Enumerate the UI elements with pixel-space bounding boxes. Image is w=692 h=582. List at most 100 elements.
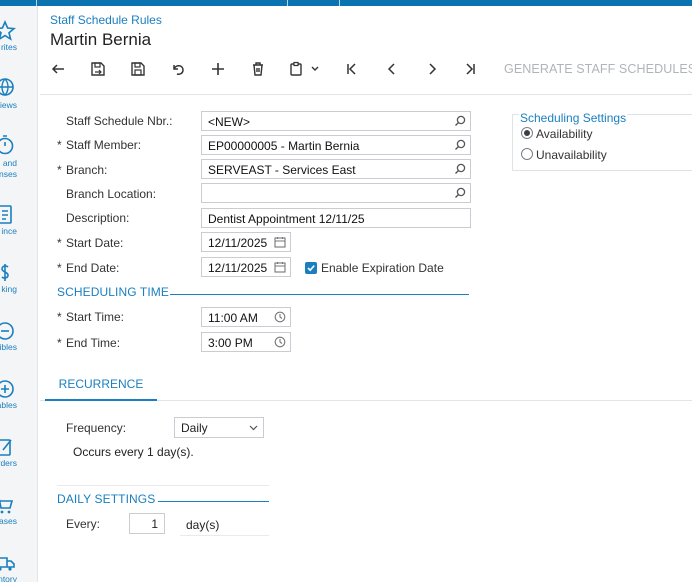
clock-icon[interactable] (274, 336, 286, 348)
end-date-label: * End Date: (57, 261, 120, 275)
start-time-label: * Start Time: (57, 310, 124, 324)
staff-member-field[interactable]: EP00000005 - Martin Bernia (201, 135, 471, 155)
nav-item-favorites[interactable]: rites (0, 20, 37, 70)
nav-item-views[interactable]: Views (0, 76, 37, 126)
end-time-field[interactable]: 3:00 PM (201, 332, 291, 352)
toolbar-divider (40, 94, 692, 95)
add-button[interactable] (204, 56, 232, 82)
branch-value: SERVEAST - Services East (208, 163, 356, 177)
chevron-down-icon (311, 66, 319, 71)
divider (180, 535, 269, 536)
previous-record-button[interactable] (378, 56, 406, 82)
top-bar-divider (287, 0, 288, 6)
occurs-summary: Occurs every 1 day(s). (73, 445, 194, 459)
next-record-button[interactable] (418, 56, 446, 82)
nav-item-banking[interactable]: king (0, 262, 37, 312)
delete-icon (253, 62, 263, 76)
chevron-down-icon (249, 425, 258, 431)
nav-label: ince (1, 226, 17, 236)
top-bar (0, 0, 692, 6)
screen-title[interactable]: Staff Schedule Rules (50, 13, 162, 27)
scheduling-time-heading: SCHEDULING TIME (57, 285, 169, 299)
back-button[interactable] (44, 56, 72, 82)
plus-circle-icon (0, 380, 14, 398)
unavailability-radio[interactable] (521, 148, 533, 160)
every-unit: day(s) (186, 518, 220, 532)
staff-member-label-text: Staff Member: (66, 138, 142, 152)
globe-icon (0, 78, 14, 96)
section-divider (170, 294, 469, 295)
end-date-value: 12/11/2025 (208, 261, 268, 275)
timer-icon (0, 135, 14, 155)
daily-settings-heading: DAILY SETTINGS (57, 492, 156, 506)
delete-button[interactable] (244, 56, 272, 82)
tab-recurrence[interactable]: RECURRENCE (45, 374, 157, 401)
availability-label[interactable]: Availability (536, 127, 592, 141)
first-record-button[interactable] (338, 56, 366, 82)
copy-paste-button[interactable] (284, 56, 324, 82)
required-marker: * (57, 261, 62, 275)
end-date-label-text: End Date: (66, 261, 120, 275)
schedule-nbr-label: Staff Schedule Nbr.: (66, 114, 173, 128)
nav-item-finance[interactable]: ince (0, 204, 37, 254)
end-time-label-text: End Time: (66, 336, 121, 350)
clock-icon[interactable] (274, 311, 286, 323)
nav-label: Orders (0, 458, 17, 468)
staff-member-value: EP00000005 - Martin Bernia (208, 139, 360, 153)
section-divider (158, 501, 269, 502)
generate-staff-schedules-button[interactable]: GENERATE STAFF SCHEDULES (504, 62, 692, 76)
last-icon (466, 63, 475, 75)
left-navigation: rites Views and nses ince king ibles abl… (0, 6, 38, 582)
checkmark-icon (307, 265, 315, 272)
edit-icon (0, 439, 12, 456)
calendar-icon[interactable] (274, 261, 286, 273)
branch-location-field[interactable] (201, 183, 471, 203)
undo-icon (173, 65, 184, 75)
first-icon (347, 63, 356, 75)
description-field[interactable]: Dentist Appointment 12/11/25 (201, 208, 471, 228)
branch-field[interactable]: SERVEAST - Services East (201, 159, 471, 179)
start-date-value: 12/11/2025 (208, 236, 268, 250)
search-icon[interactable] (454, 115, 466, 127)
start-time-field[interactable]: 11:00 AM (201, 307, 291, 327)
branch-label-text: Branch: (66, 163, 108, 177)
enable-expiration-label[interactable]: Enable Expiration Date (321, 261, 444, 275)
every-field[interactable]: 1 (129, 513, 165, 534)
cart-icon (0, 498, 14, 514)
nav-item-sales-orders[interactable]: Orders (0, 436, 37, 486)
end-date-field[interactable]: 12/11/2025 (201, 257, 291, 277)
required-marker: * (57, 163, 62, 177)
frequency-label: Frequency: (66, 421, 127, 435)
calendar-icon[interactable] (274, 236, 286, 248)
minus-circle-icon (0, 322, 14, 340)
nav-item-time-and-expenses[interactable]: and nses (0, 134, 37, 184)
frequency-select[interactable]: Daily (174, 417, 264, 438)
nav-label: ibles (0, 342, 17, 352)
end-time-label: * End Time: (57, 336, 121, 350)
nav-item-payables[interactable]: ibles (0, 320, 37, 370)
next-icon (429, 63, 437, 75)
frequency-value: Daily (181, 421, 208, 435)
save-button[interactable] (124, 56, 152, 82)
last-record-button[interactable] (456, 56, 484, 82)
search-icon[interactable] (454, 139, 466, 151)
start-date-field[interactable]: 12/11/2025 (201, 232, 291, 252)
money-icon (1, 264, 9, 281)
unavailability-label[interactable]: Unavailability (536, 148, 607, 162)
schedule-nbr-field[interactable]: <NEW> (201, 111, 471, 131)
search-icon[interactable] (454, 187, 466, 199)
nav-label: and nses (0, 158, 17, 179)
document-icon (0, 205, 12, 224)
availability-radio[interactable] (521, 127, 533, 139)
required-marker: * (57, 310, 62, 324)
top-bar-divider (339, 0, 340, 6)
save-close-icon (91, 62, 105, 76)
save-and-close-button[interactable] (84, 56, 112, 82)
enable-expiration-checkbox[interactable] (305, 262, 317, 274)
nav-item-receivables[interactable]: ables (0, 378, 37, 428)
undo-button[interactable] (164, 56, 192, 82)
search-icon[interactable] (454, 163, 466, 175)
nav-item-purchases[interactable]: ases (0, 494, 37, 544)
nav-item-inventory[interactable]: ntory (0, 552, 37, 582)
start-date-label: * Start Date: (57, 236, 123, 250)
